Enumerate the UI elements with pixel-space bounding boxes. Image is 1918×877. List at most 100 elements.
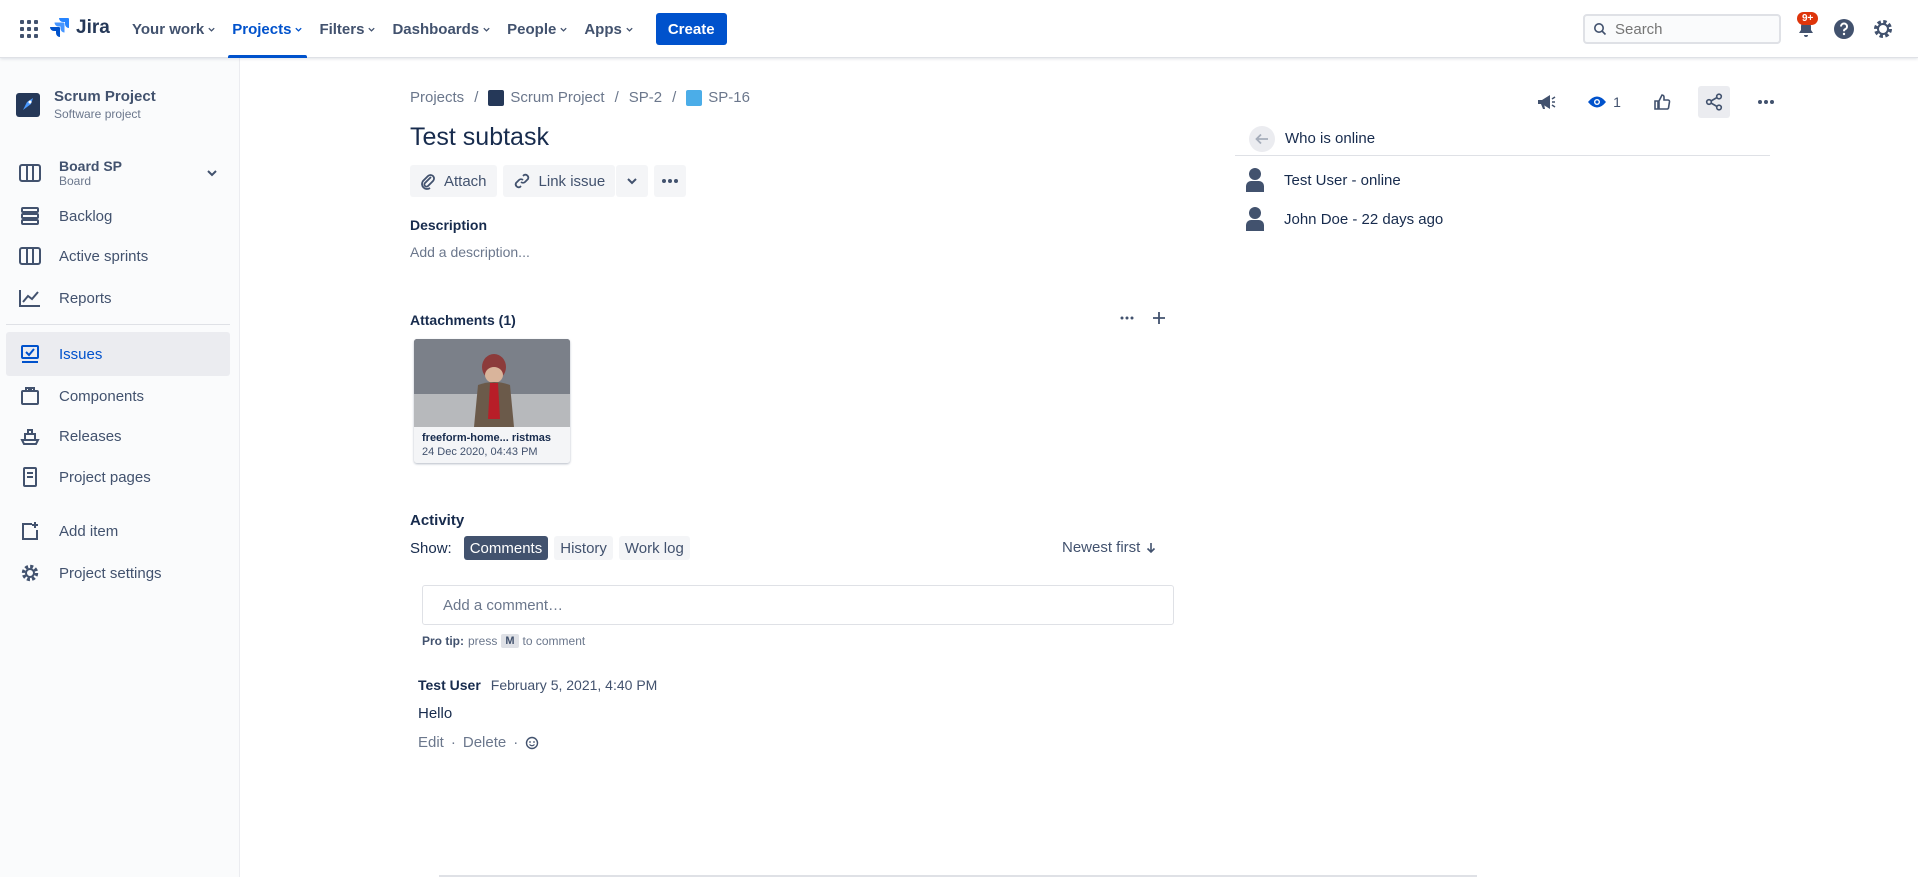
breadcrumb-label: Scrum Project <box>510 89 605 106</box>
nav-label: Your work <box>132 20 205 38</box>
comment-author[interactable]: Test User <box>418 677 481 693</box>
online-user-label: Test User - online <box>1284 171 1401 189</box>
pages-icon <box>18 465 42 489</box>
project-avatar-icon <box>16 92 40 117</box>
filter-history[interactable]: History <box>554 536 613 560</box>
pro-tip-text: to comment <box>522 634 586 648</box>
breadcrumb: Projects / Scrum Project / SP-2 / SP-16 <box>410 89 750 107</box>
sidebar-item-label: Components <box>59 387 145 405</box>
nav-projects[interactable]: Projects <box>224 0 311 58</box>
attachment-thumbnail-image <box>414 339 570 427</box>
nav-your-work[interactable]: Your work <box>124 0 224 58</box>
breadcrumb-separator: / <box>614 89 619 107</box>
nav-dashboards[interactable]: Dashboards <box>384 0 499 58</box>
add-reaction-icon[interactable] <box>525 736 539 750</box>
vote-thumbs-up-icon[interactable] <box>1646 86 1678 118</box>
nav-label: Projects <box>232 20 292 38</box>
project-header[interactable]: Scrum Project Software project <box>16 88 156 121</box>
comment-actions: Edit · Delete · <box>418 734 657 751</box>
sidebar-item-releases[interactable]: Releases <box>6 415 230 457</box>
search-input[interactable] <box>1615 20 1765 38</box>
project-sidebar: Scrum Project Software project Board SP … <box>0 58 240 877</box>
sidebar-item-project-settings[interactable]: Project settings <box>6 552 230 594</box>
link-issue-button[interactable]: Link issue <box>502 165 616 197</box>
pro-tip: Pro tip: press M to comment <box>422 634 585 648</box>
sidebar-item-active-sprints[interactable]: Active sprints <box>6 235 230 277</box>
chevron-down-icon <box>560 27 567 32</box>
search-box[interactable] <box>1583 14 1781 44</box>
breadcrumb-label: SP-16 <box>708 89 750 106</box>
create-button[interactable]: Create <box>655 13 727 45</box>
add-comment-input[interactable]: Add a comment… <box>422 585 1174 625</box>
search-icon <box>1594 23 1607 36</box>
nav-filters[interactable]: Filters <box>311 0 384 58</box>
watch-button[interactable]: 1 <box>1582 86 1626 118</box>
more-horizontal-icon[interactable] <box>1120 316 1134 320</box>
sidebar-item-add-item[interactable]: Add item <box>6 510 230 552</box>
breadcrumb-parent-issue[interactable]: SP-2 <box>629 89 662 106</box>
delete-comment-link[interactable]: Delete <box>463 734 506 751</box>
breadcrumb-issue[interactable]: SP-16 <box>686 89 750 107</box>
filter-work-log[interactable]: Work log <box>618 536 690 560</box>
attach-button[interactable]: Attach <box>410 165 497 197</box>
jira-logo[interactable]: Jira <box>50 17 110 39</box>
attach-label: Attach <box>444 172 487 190</box>
pro-tip-label: Pro tip: <box>422 634 464 648</box>
breadcrumb-separator: / <box>474 89 479 107</box>
primary-nav: Your work Projects Filters Dashboards Pe… <box>124 0 727 58</box>
comment-body: Hello <box>418 705 453 722</box>
releases-icon <box>18 424 42 448</box>
feedback-megaphone-icon[interactable] <box>1530 86 1562 118</box>
share-icon[interactable] <box>1698 86 1730 118</box>
settings-gear-icon[interactable] <box>1871 17 1895 41</box>
who-is-online-title: Who is online <box>1285 130 1376 147</box>
person-icon <box>1240 204 1270 234</box>
sidebar-item-project-pages[interactable]: Project pages <box>6 456 230 498</box>
online-user-row: John Doe - 22 days ago <box>1240 204 1443 234</box>
more-actions-button[interactable] <box>654 165 687 197</box>
separator-dot: · <box>513 734 519 751</box>
attachments-heading: Attachments (1) <box>410 312 516 328</box>
sidebar-item-components[interactable]: Components <box>6 375 230 417</box>
board-type: Board <box>59 174 92 188</box>
arrow-left-icon[interactable] <box>1249 125 1275 152</box>
issue-action-bar: Attach Link issue <box>410 165 687 197</box>
link-icon <box>514 173 529 189</box>
issue-title[interactable]: Test subtask <box>410 123 549 152</box>
sidebar-item-backlog[interactable]: Backlog <box>6 195 230 237</box>
more-horizontal-icon[interactable] <box>1750 86 1782 118</box>
nav-people[interactable]: People <box>499 0 576 58</box>
description-field[interactable]: Add a description... <box>410 244 530 260</box>
help-icon[interactable] <box>1832 17 1856 41</box>
nav-apps[interactable]: Apps <box>576 0 642 58</box>
sidebar-item-label: Backlog <box>59 207 113 225</box>
add-icon[interactable] <box>1152 311 1166 325</box>
gear-icon <box>18 561 42 585</box>
sidebar-item-label: Reports <box>59 289 112 307</box>
issue-view: Projects / Scrum Project / SP-2 / SP-16 … <box>240 58 1918 877</box>
comment-timestamp[interactable]: February 5, 2021, 4:40 PM <box>491 677 658 693</box>
board-switcher[interactable]: Board SP Board <box>6 148 230 198</box>
breadcrumb-project[interactable]: Scrum Project <box>488 89 605 107</box>
sidebar-item-issues[interactable]: Issues <box>6 332 230 376</box>
nav-label: Apps <box>584 20 622 38</box>
sort-order-button[interactable]: Newest first <box>1062 539 1156 556</box>
description-heading: Description <box>410 217 488 233</box>
keyboard-shortcut-key: M <box>501 634 519 648</box>
edit-comment-link[interactable]: Edit <box>418 734 444 751</box>
filter-comments[interactable]: Comments <box>463 536 549 560</box>
app-switcher-icon[interactable] <box>19 19 39 39</box>
chevron-down-icon <box>208 27 215 32</box>
sidebar-item-reports[interactable]: Reports <box>6 277 230 319</box>
project-type: Software project <box>54 107 141 121</box>
attachment-card[interactable]: freeform-home... ristmas 24 Dec 2020, 04… <box>414 339 570 463</box>
sidebar-item-label: Project settings <box>59 564 162 582</box>
breadcrumb-projects[interactable]: Projects <box>410 89 464 106</box>
attachment-info: freeform-home... ristmas 24 Dec 2020, 04… <box>414 427 570 463</box>
jira-logo-icon <box>50 18 69 37</box>
board-name: Board SP <box>59 158 123 174</box>
chevron-down-icon <box>207 170 217 177</box>
link-issue-dropdown-button[interactable] <box>616 165 649 197</box>
link-issue-group: Link issue <box>502 165 649 197</box>
